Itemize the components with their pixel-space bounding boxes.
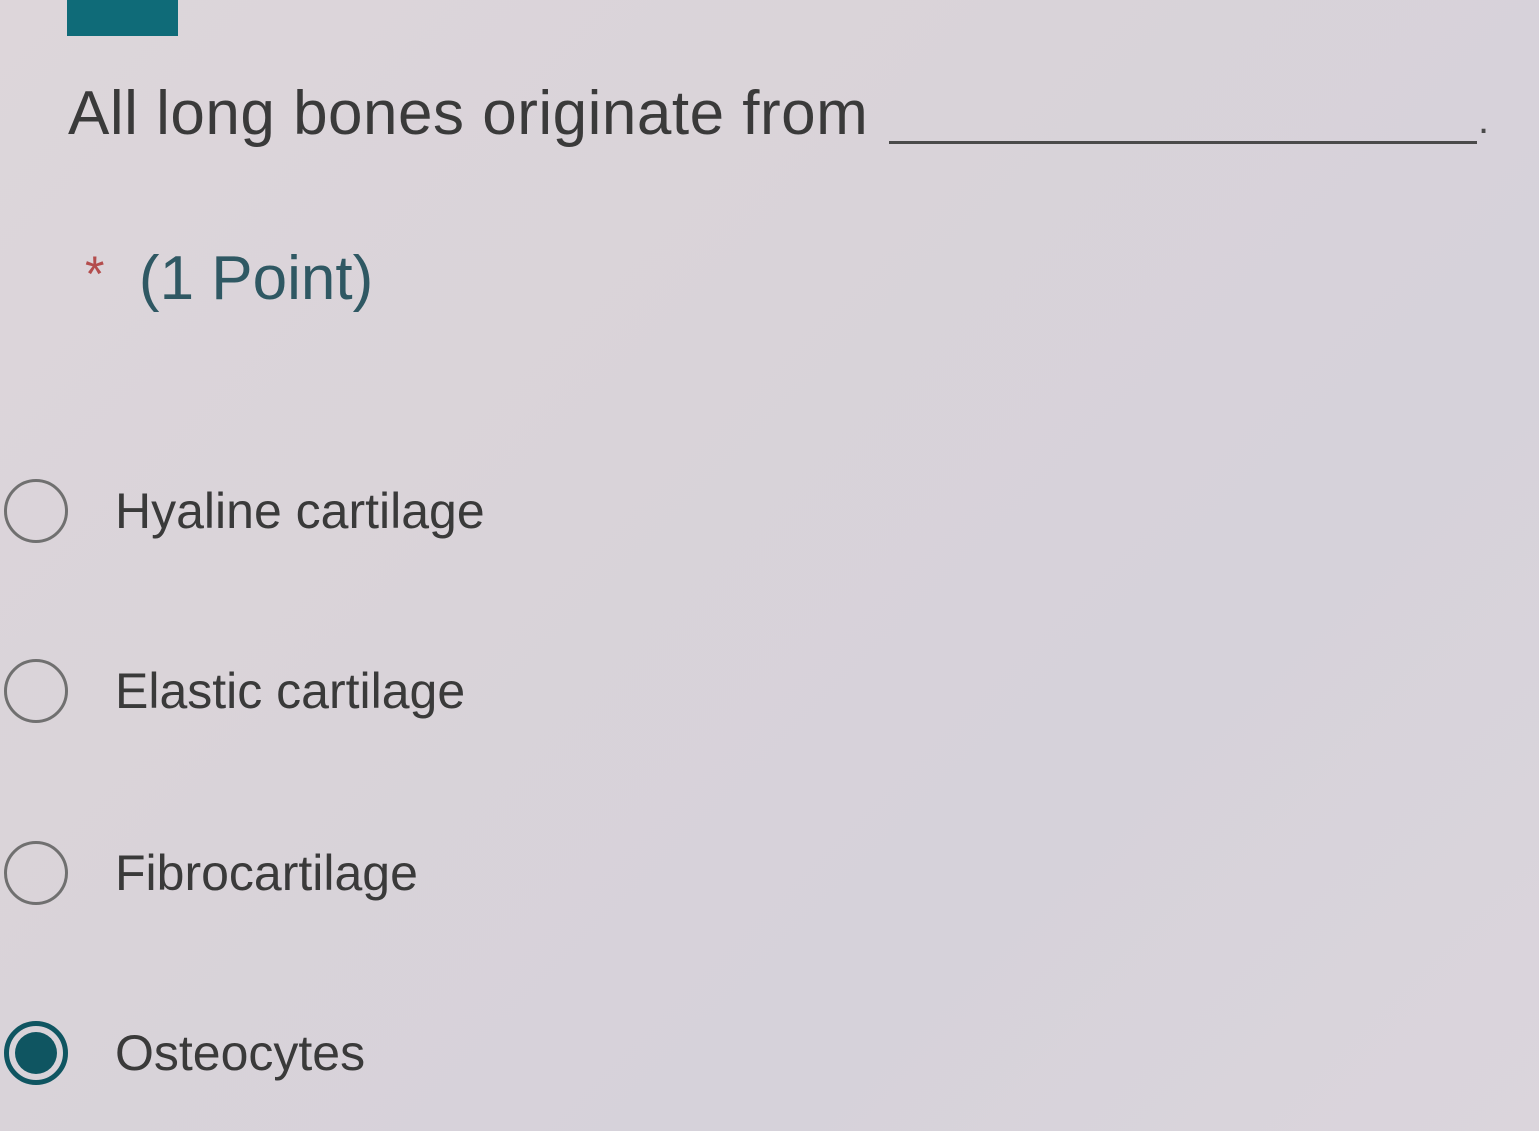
radio-button-selected[interactable] <box>4 1021 68 1085</box>
question-meta: * (1 Point) <box>85 243 373 314</box>
points-label: (1 Point) <box>138 244 374 313</box>
radio-button[interactable] <box>4 841 68 905</box>
option-fibrocartilage[interactable]: Fibrocartilage <box>0 837 700 917</box>
option-osteocytes[interactable]: Osteocytes <box>0 1017 700 1097</box>
header-accent-bar <box>67 0 178 36</box>
option-hyaline-cartilage[interactable]: Hyaline cartilage <box>0 475 700 555</box>
option-elastic-cartilage[interactable]: Elastic cartilage <box>0 655 700 735</box>
blank-period: . <box>1478 98 1490 142</box>
option-label: Fibrocartilage <box>115 845 418 901</box>
answer-blank <box>889 141 1477 144</box>
radio-button[interactable] <box>4 659 68 723</box>
option-label: Hyaline cartilage <box>115 483 485 539</box>
question-text: All long bones originate from <box>68 79 869 148</box>
required-asterisk: * <box>85 246 105 302</box>
option-label: Elastic cartilage <box>115 663 466 719</box>
radio-button[interactable] <box>4 479 68 543</box>
option-label: Osteocytes <box>115 1025 366 1081</box>
